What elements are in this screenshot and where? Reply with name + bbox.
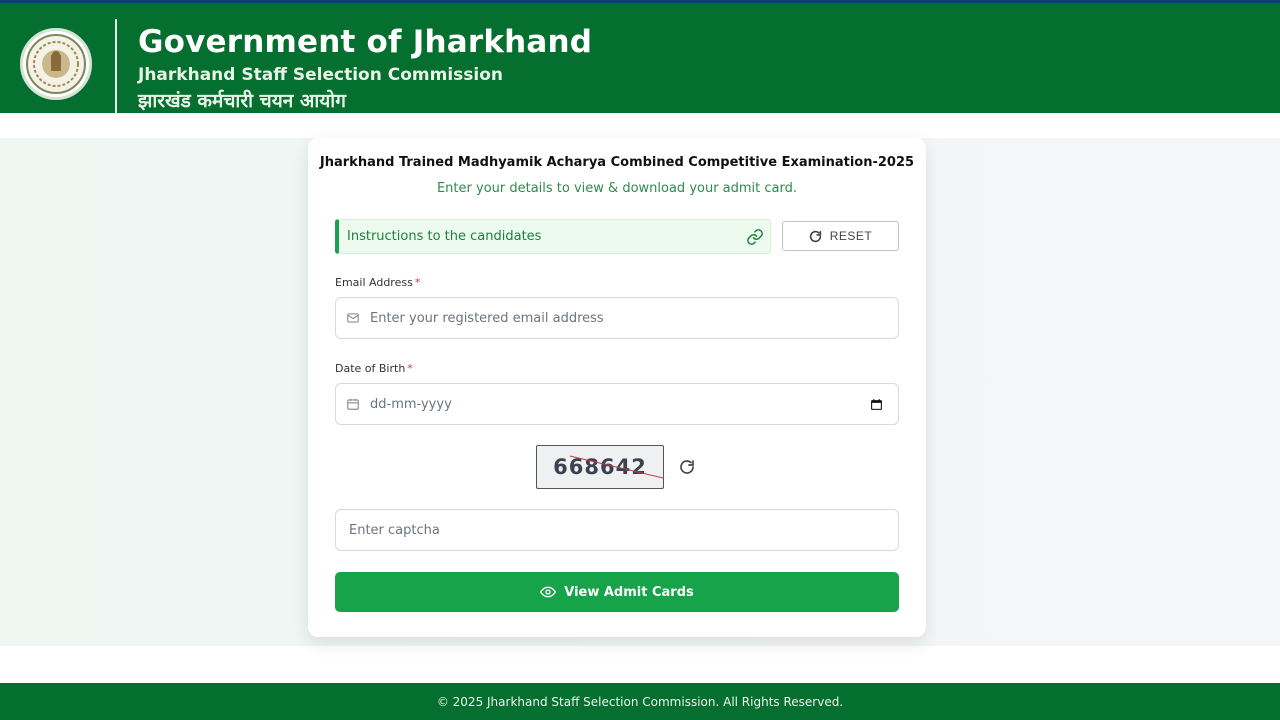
- state-emblem-icon: [20, 28, 92, 100]
- email-field[interactable]: [335, 297, 899, 339]
- dob-label: Date of Birth *: [335, 362, 413, 375]
- footer-copyright: © 2025 Jharkhand Staff Selection Commiss…: [436, 694, 844, 709]
- captcha-input[interactable]: [336, 510, 898, 550]
- captcha-image: 668642: [536, 445, 664, 489]
- refresh-icon: [809, 230, 821, 242]
- site-header: Government of Jharkhand Jharkhand Staff …: [0, 0, 1280, 114]
- site-footer: © 2025 Jharkhand Staff Selection Commiss…: [0, 683, 1280, 720]
- calendar-picker-icon[interactable]: [870, 398, 883, 411]
- exam-subtitle: Enter your details to view & download yo…: [436, 181, 798, 196]
- eye-icon: [540, 586, 557, 598]
- header-subtitle-hindi: झारखंड कर्मचारी चयन आयोग: [138, 90, 346, 112]
- reset-button[interactable]: RESET: [782, 221, 899, 251]
- admit-card-form: Jharkhand Trained Madhyamik Acharya Comb…: [308, 138, 926, 637]
- header-divider: [115, 19, 117, 114]
- view-admit-cards-label: View Admit Cards: [564, 584, 694, 600]
- captcha-noise-line: [569, 455, 664, 479]
- link-icon: [747, 229, 763, 245]
- calendar-icon: [347, 398, 359, 410]
- instructions-label: Instructions to the candidates: [347, 229, 542, 244]
- reset-label: RESET: [829, 229, 873, 243]
- required-mark: *: [414, 276, 421, 289]
- email-input[interactable]: [336, 298, 898, 338]
- instructions-link[interactable]: Instructions to the candidates: [335, 219, 771, 254]
- mail-icon: [347, 313, 359, 323]
- exam-title: Jharkhand Trained Madhyamik Acharya Comb…: [319, 155, 915, 170]
- email-label-text: Email Address: [335, 276, 413, 289]
- captcha-field[interactable]: [335, 509, 899, 551]
- email-label: Email Address *: [335, 276, 420, 289]
- dob-field[interactable]: [335, 383, 899, 425]
- refresh-icon[interactable]: [679, 459, 695, 475]
- dob-input[interactable]: [336, 384, 898, 424]
- header-subtitle: Jharkhand Staff Selection Commission: [138, 65, 504, 85]
- view-admit-cards-button[interactable]: View Admit Cards: [335, 572, 899, 612]
- dob-label-text: Date of Birth: [335, 362, 406, 375]
- required-mark: *: [407, 362, 413, 375]
- header-title: Government of Jharkhand: [138, 24, 593, 60]
